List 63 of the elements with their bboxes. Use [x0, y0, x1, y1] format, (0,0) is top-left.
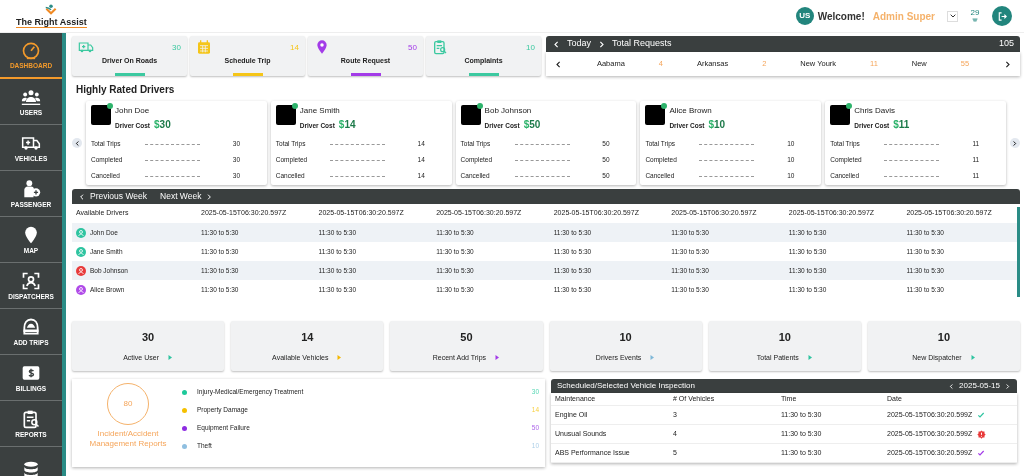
welcome-text: Welcome!	[817, 9, 865, 24]
stat-value: 10	[526, 42, 535, 54]
summary-value: 10	[619, 330, 632, 345]
notification-count: 29	[970, 9, 980, 17]
driver-name: Bob Johnson	[484, 105, 533, 117]
gauge-icon	[21, 40, 41, 61]
carousel-previous[interactable]	[72, 138, 82, 148]
chevron-right-icon	[1004, 382, 1011, 390]
dropdown-button[interactable]	[947, 10, 958, 22]
summary-value: 10	[778, 330, 791, 345]
cost-value: $50	[523, 122, 541, 129]
database-icon	[21, 459, 41, 476]
driver-name: Chris Davis	[854, 105, 897, 117]
stat-value: 30	[172, 42, 181, 54]
chevron-right-icon	[1003, 59, 1012, 69]
cost-value: $10	[708, 122, 726, 129]
chevron-left-icon	[73, 139, 81, 147]
person-plus-icon	[21, 178, 41, 199]
total-count: 105	[998, 37, 1014, 51]
clipboard-icon	[21, 408, 41, 429]
panel-title: Total Requests	[612, 37, 672, 51]
next-button[interactable]	[1003, 59, 1012, 69]
incident-title: Incident/Accident Management Reports	[88, 429, 168, 449]
previous-button[interactable]	[554, 59, 563, 69]
map-pin-icon	[314, 39, 330, 55]
next-button[interactable]	[1004, 382, 1011, 390]
driver-name: Alice Brown	[669, 105, 713, 117]
carousel-next[interactable]	[1010, 138, 1020, 148]
previous-week-button[interactable]: Previous Week	[78, 190, 147, 203]
chevron-left-icon	[78, 192, 86, 201]
logo-text: The Right Assist	[16, 17, 87, 29]
clipboard-icon	[432, 39, 448, 55]
notification-indicator[interactable]: 29	[970, 9, 980, 23]
caret-icon	[948, 12, 957, 20]
driver-name: Jane Smith	[299, 105, 341, 117]
cost-value: $11	[893, 122, 910, 129]
summary-value: 50	[460, 330, 473, 345]
chevron-right-icon	[205, 192, 214, 201]
chevron-right-icon	[597, 39, 607, 49]
summary-value: 30	[141, 330, 155, 345]
cost-value: $30	[154, 122, 171, 129]
driver-name: John Doe	[115, 105, 151, 117]
scan-person-icon	[21, 270, 41, 291]
panel-title: Scheduled/Selected Vehicle Inspection	[557, 380, 695, 392]
stat-value: 14	[290, 42, 299, 54]
logout-icon	[996, 10, 1008, 22]
next-week-button[interactable]: Next Week	[160, 190, 214, 203]
scrollbar-thumb[interactable]	[1017, 207, 1020, 297]
user-name: Admin Super	[872, 9, 935, 24]
next-button[interactable]	[597, 39, 607, 49]
section-title: Highly Rated Drivers	[76, 83, 176, 97]
stat-value: 50	[408, 42, 417, 54]
cost-value: $14	[338, 122, 356, 129]
calendar-icon	[196, 39, 212, 55]
period-label: Today	[567, 37, 592, 51]
summary-value: 14	[301, 330, 314, 345]
summary-value: 10	[937, 330, 951, 345]
van-icon	[78, 39, 94, 55]
date-label: 2025-05-15	[959, 380, 1000, 392]
chevron-right-icon	[1011, 139, 1019, 147]
user-avatar: US	[795, 7, 814, 25]
logout-button[interactable]	[992, 6, 1012, 26]
previous-button[interactable]	[552, 39, 561, 49]
